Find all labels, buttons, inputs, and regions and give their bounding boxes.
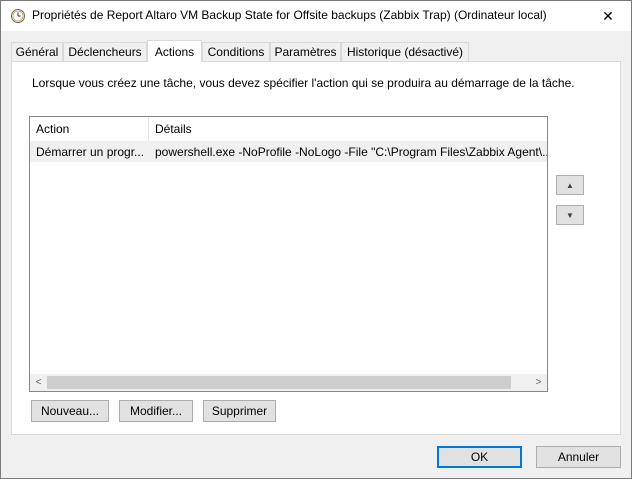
scrollbar-thumb[interactable] [47,376,511,389]
delete-action-button[interactable]: Supprimer [203,400,276,422]
title-bar: Propriétés de Report Altaro VM Backup St… [1,1,631,31]
tab-conditions[interactable]: Conditions [202,42,270,61]
cancel-button[interactable]: Annuler [536,446,621,468]
edit-action-button[interactable]: Modifier... [119,400,193,422]
list-item[interactable]: Démarrer un progr... powershell.exe -NoP… [30,141,547,162]
move-down-button[interactable]: ▼ [556,205,584,225]
action-cell: Démarrer un progr... [36,144,145,159]
chevron-right-icon: > [535,377,542,388]
close-icon: ✕ [602,7,614,24]
actions-description: Lorsque vous créez une tâche, vous devez… [32,76,575,90]
arrow-up-icon: ▲ [566,180,574,190]
tab-triggers[interactable]: Déclencheurs [63,42,147,61]
list-header: Action Détails [30,117,547,141]
properties-dialog: Propriétés de Report Altaro VM Backup St… [0,0,632,479]
tab-general[interactable]: Général [11,42,63,61]
new-action-button[interactable]: Nouveau... [31,400,109,422]
ok-button[interactable]: OK [437,446,522,468]
arrow-down-icon: ▼ [566,210,574,220]
scroll-right-button[interactable]: > [530,374,547,391]
chevron-left-icon: < [35,377,42,388]
tab-actions[interactable]: Actions [147,40,202,62]
details-cell: powershell.exe -NoProfile -NoLogo -File … [155,144,547,159]
actions-tab-panel: Lorsque vous créez une tâche, vous devez… [11,61,621,435]
column-header-action[interactable]: Action [30,117,149,141]
tab-history[interactable]: Historique (désactivé) [341,42,469,61]
scroll-left-button[interactable]: < [30,374,47,391]
tab-settings[interactable]: Paramètres [270,42,341,61]
move-up-button[interactable]: ▲ [556,175,584,195]
task-scheduler-clock-icon [11,9,25,23]
close-button[interactable]: ✕ [585,1,631,31]
actions-list[interactable]: Action Détails Démarrer un progr... powe… [29,116,548,392]
horizontal-scrollbar[interactable]: < > [30,374,547,391]
window-title: Propriétés de Report Altaro VM Backup St… [32,8,547,22]
column-header-details[interactable]: Détails [149,117,547,141]
